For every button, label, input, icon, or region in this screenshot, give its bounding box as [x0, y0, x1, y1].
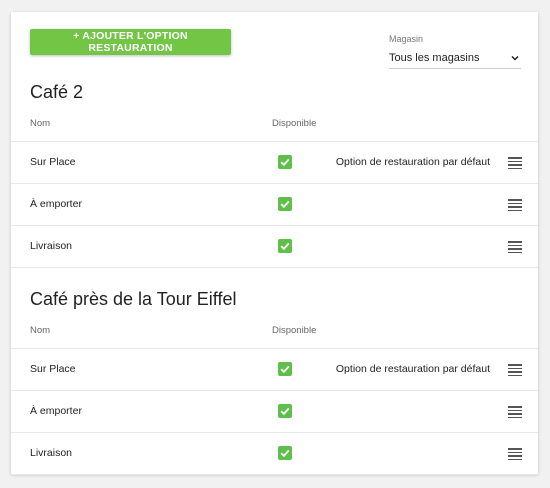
dining-option-row: Livraison — [11, 432, 538, 475]
available-checkbox[interactable] — [278, 155, 292, 169]
dining-option-name: À emporter — [30, 198, 82, 210]
drag-handle-icon[interactable] — [508, 199, 522, 211]
checkmark-icon — [280, 242, 290, 251]
checkmark-icon — [280, 449, 290, 458]
dining-option-row: À emporter — [11, 183, 538, 225]
column-header-available: Disponible — [272, 325, 317, 336]
dining-option-name: Sur Place — [30, 156, 76, 168]
dining-option-name: À emporter — [30, 405, 82, 417]
add-dining-option-button[interactable]: + AJOUTER L'OPTION RESTAURATION — [30, 29, 231, 55]
available-checkbox[interactable] — [278, 446, 292, 460]
available-checkbox[interactable] — [278, 239, 292, 253]
chevron-down-icon — [511, 55, 519, 61]
checkmark-icon — [280, 158, 290, 167]
dining-option-row: Sur Place Option de restauration par déf… — [11, 141, 538, 183]
dining-options-card: + AJOUTER L'OPTION RESTAURATION Magasin … — [11, 12, 538, 475]
dining-option-name: Livraison — [30, 447, 73, 459]
store-section: Café près de la Tour Eiffel Nom Disponib… — [11, 289, 538, 479]
default-option-label: Option de restauration par défaut — [335, 363, 490, 375]
drag-handle-icon[interactable] — [508, 157, 522, 169]
available-checkbox[interactable] — [278, 404, 292, 418]
dining-option-row: Livraison — [11, 225, 538, 268]
column-header-available: Disponible — [272, 118, 317, 129]
dining-option-name: Livraison — [30, 240, 73, 252]
available-checkbox[interactable] — [278, 197, 292, 211]
store-title: Café près de la Tour Eiffel — [30, 289, 237, 309]
drag-handle-icon[interactable] — [508, 448, 522, 460]
drag-handle-icon[interactable] — [508, 406, 522, 418]
store-filter-label: Magasin — [389, 34, 424, 44]
checkmark-icon — [280, 365, 290, 374]
checkmark-icon — [280, 407, 290, 416]
checkmark-icon — [280, 200, 290, 209]
column-header-name: Nom — [30, 118, 51, 129]
dining-option-name: Sur Place — [30, 363, 76, 375]
default-option-label: Option de restauration par défaut — [335, 156, 490, 168]
drag-handle-icon[interactable] — [508, 241, 522, 253]
store-filter-dropdown[interactable]: Tous les magasins — [389, 48, 521, 69]
column-header-name: Nom — [30, 325, 51, 336]
dining-option-row: À emporter — [11, 390, 538, 432]
store-section: Café 2 Nom Disponible Sur Place Option d… — [11, 82, 538, 282]
available-checkbox[interactable] — [278, 362, 292, 376]
store-title: Café 2 — [30, 82, 84, 102]
store-filter-value: Tous les magasins — [389, 52, 480, 64]
dining-option-row: Sur Place Option de restauration par déf… — [11, 348, 538, 390]
store-filter[interactable]: Magasin Tous les magasins — [389, 34, 521, 69]
drag-handle-icon[interactable] — [508, 364, 522, 376]
